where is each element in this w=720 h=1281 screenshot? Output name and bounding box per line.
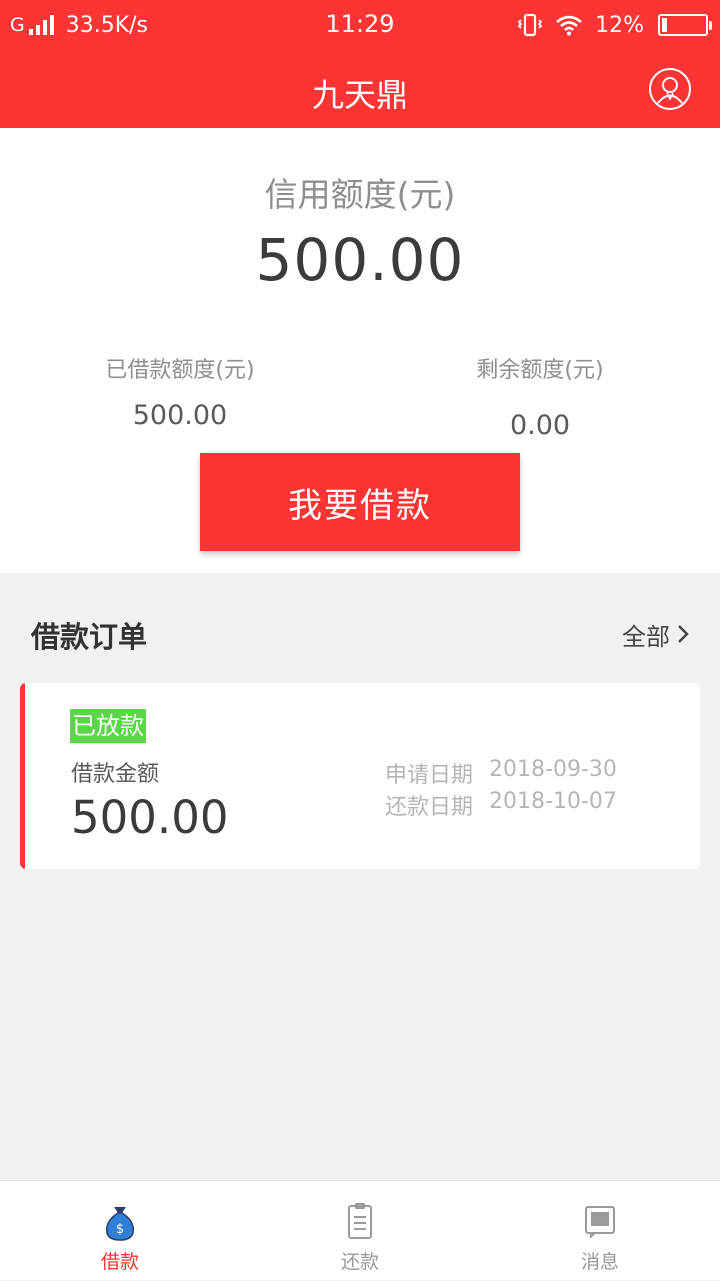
tab-repay[interactable]: 还款 bbox=[240, 1181, 480, 1281]
tab-borrow-label: 借款 bbox=[100, 1251, 139, 1273]
orders-view-all[interactable]: 全部 bbox=[622, 618, 690, 651]
order-card-accent bbox=[20, 683, 25, 869]
orders-section-title: 借款订单 bbox=[31, 620, 148, 654]
chevron-right-icon bbox=[678, 625, 689, 643]
svg-text:$: $ bbox=[116, 1222, 124, 1237]
app-title: 九天鼎 bbox=[311, 76, 408, 114]
borrowed-limit: 已借款额度(元) 500.00 bbox=[50, 352, 310, 431]
user-avatar-icon[interactable] bbox=[649, 68, 691, 110]
view-all-label: 全部 bbox=[622, 622, 670, 651]
clipboard-icon bbox=[348, 1203, 372, 1239]
bottom-tab-bar: $ 借款 还款 消息 bbox=[0, 1180, 720, 1280]
apply-date-row: 申请日期 2018-09-30 bbox=[385, 757, 617, 789]
header-bar: 九天鼎 bbox=[0, 52, 720, 128]
apply-date-label: 申请日期 bbox=[385, 763, 474, 788]
message-icon bbox=[585, 1206, 615, 1239]
tab-borrow[interactable]: $ 借款 bbox=[0, 1181, 240, 1281]
tab-messages[interactable]: 消息 bbox=[480, 1181, 720, 1281]
battery-icon bbox=[658, 14, 712, 36]
wifi-icon bbox=[556, 15, 582, 36]
repay-date-row: 还款日期 2018-10-07 bbox=[385, 789, 617, 821]
user-profile-glyph bbox=[657, 77, 683, 104]
repay-date-value: 2018-10-07 bbox=[489, 789, 617, 814]
credit-limit-label: 信用额度(元) bbox=[264, 175, 456, 214]
status-bar: G 33.5K/s 11:29 12% bbox=[0, 0, 720, 52]
repay-date-label: 还款日期 bbox=[385, 795, 474, 820]
borrowed-limit-label: 已借款额度(元) bbox=[105, 358, 255, 383]
credit-limit-value: 500.00 bbox=[255, 226, 465, 294]
status-bar-right: 12% bbox=[517, 10, 712, 40]
battery-level bbox=[662, 18, 668, 32]
borrowed-limit-value: 500.00 bbox=[132, 400, 228, 431]
remaining-limit-value: 0.00 bbox=[509, 410, 571, 441]
borrow-button[interactable]: 我要借款 bbox=[200, 453, 520, 551]
order-card[interactable]: 已放款 借款金额 500.00 申请日期 2018-09-30 还款日期 201… bbox=[20, 683, 700, 869]
money-bag-icon: $ bbox=[105, 1207, 135, 1241]
remaining-limit: 剩余额度(元) 0.00 bbox=[410, 352, 670, 441]
apply-date-value: 2018-09-30 bbox=[489, 757, 617, 782]
vibrate-icon bbox=[517, 13, 543, 37]
remaining-limit-label: 剩余额度(元) bbox=[476, 358, 604, 383]
loan-amount-label: 借款金额 bbox=[71, 762, 160, 787]
tab-messages-label: 消息 bbox=[580, 1251, 619, 1273]
tab-repay-label: 还款 bbox=[340, 1251, 379, 1273]
battery-percent: 12% bbox=[595, 12, 644, 38]
loan-amount-value: 500.00 bbox=[71, 791, 229, 844]
status-badge: 已放款 bbox=[70, 709, 146, 743]
credit-summary: 信用额度(元) 500.00 已借款额度(元) 500.00 剩余额度(元) 0… bbox=[0, 128, 720, 573]
